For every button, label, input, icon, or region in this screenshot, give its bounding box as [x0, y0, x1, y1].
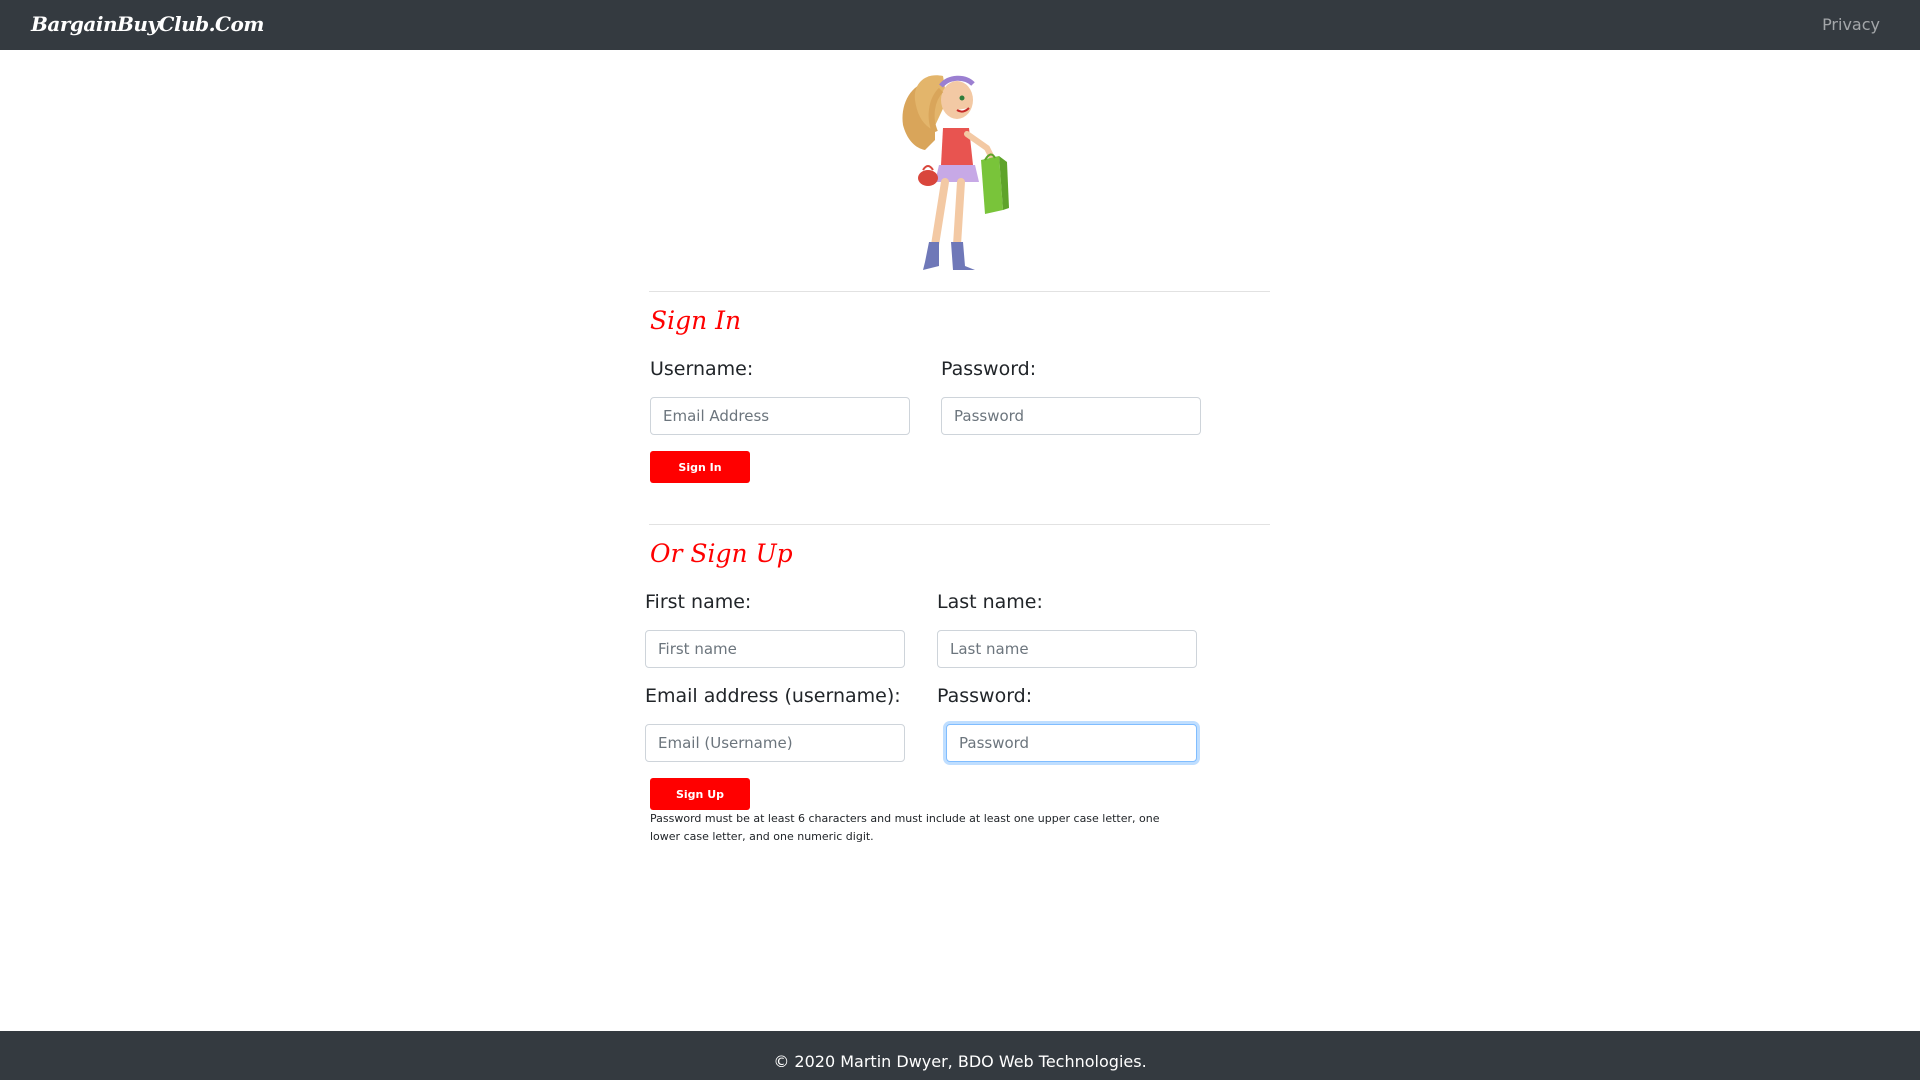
- brand-logo-link[interactable]: BargainBuyClub.Com: [31, 12, 264, 36]
- divider-middle: [649, 524, 1270, 525]
- sign-in-button[interactable]: Sign In: [650, 451, 750, 483]
- signin-email-input[interactable]: [650, 397, 910, 435]
- sign-up-button[interactable]: Sign Up: [650, 778, 750, 810]
- shopping-girl-illustration: [902, 75, 1009, 270]
- signup-email-input[interactable]: [645, 724, 905, 762]
- sign-in-heading: Sign In: [650, 306, 742, 335]
- last-name-input[interactable]: [937, 630, 1197, 668]
- first-name-label: First name:: [645, 591, 752, 613]
- last-name-label: Last name:: [937, 591, 1043, 613]
- signup-password-input[interactable]: [946, 724, 1197, 762]
- divider-top: [649, 291, 1270, 292]
- first-name-input[interactable]: [645, 630, 905, 668]
- top-navbar: BargainBuyClub.Com Privacy: [0, 0, 1920, 50]
- privacy-link[interactable]: Privacy: [1822, 15, 1880, 34]
- footer: © 2020 Martin Dwyer, BDO Web Technologie…: [0, 1031, 1920, 1080]
- sign-up-heading: Or Sign Up: [650, 539, 793, 568]
- password-requirements-text: Password must be at least 6 characters a…: [650, 812, 1160, 843]
- signup-password-label: Password:: [937, 685, 1033, 707]
- signin-password-label: Password:: [941, 358, 1037, 380]
- signin-password-input[interactable]: [941, 397, 1201, 435]
- username-label: Username:: [650, 358, 754, 380]
- footer-copyright: © 2020 Martin Dwyer, BDO Web Technologie…: [773, 1052, 1147, 1071]
- signup-email-label: Email address (username):: [645, 685, 901, 707]
